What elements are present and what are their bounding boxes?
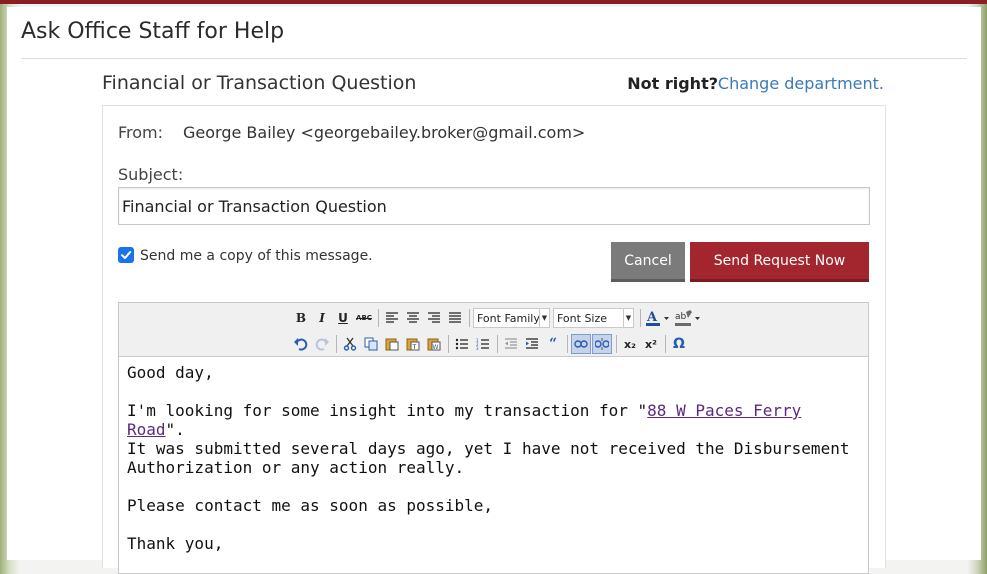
toolbar-separator xyxy=(497,335,498,353)
checkmark-icon xyxy=(121,251,132,259)
outdent-icon[interactable] xyxy=(501,334,521,354)
change-department-link[interactable]: Change department. xyxy=(718,74,884,93)
divider xyxy=(21,58,967,59)
from-value: George Bailey <georgebailey.broker@gmail… xyxy=(183,123,586,142)
indent-icon[interactable] xyxy=(522,334,542,354)
cancel-button[interactable]: Cancel xyxy=(611,242,685,282)
editor-text: ". xyxy=(165,420,185,439)
not-right-label: Not right? xyxy=(627,74,718,93)
editor-line: Thank you, xyxy=(127,534,224,553)
italic-button[interactable]: I xyxy=(312,308,332,328)
editor-line: Please contact me as soon as possible, xyxy=(127,496,494,515)
toolbar-separator xyxy=(567,335,568,353)
text-color-icon[interactable]: A xyxy=(644,308,672,328)
toolbar-row-actions: T W 123 “ x₂ x² Ω xyxy=(291,333,690,355)
chevron-down-icon: ▼ xyxy=(539,309,549,327)
request-form: From: George Bailey <georgebailey.broker… xyxy=(102,105,886,574)
font-size-select[interactable]: Font Size ▼ xyxy=(553,308,634,328)
bullet-list-icon[interactable] xyxy=(452,334,472,354)
svg-text:T: T xyxy=(412,344,417,351)
subject-label: Subject: xyxy=(118,165,184,184)
editor-blank-line xyxy=(127,382,857,401)
modal-title: Ask Office Staff for Help xyxy=(21,19,285,44)
align-right-icon[interactable] xyxy=(424,308,444,328)
svg-text:A: A xyxy=(646,310,658,325)
from-label: From: xyxy=(118,123,164,142)
send-copy-checkbox[interactable] xyxy=(118,247,134,263)
editor-content[interactable]: Good day, I'm looking for some insight i… xyxy=(127,363,857,553)
help-modal: Ask Office Staff for Help Financial or T… xyxy=(7,7,981,574)
send-copy-label[interactable]: Send me a copy of this message. xyxy=(140,248,373,264)
svg-text:3: 3 xyxy=(476,346,479,350)
svg-text:W: W xyxy=(433,344,439,351)
toolbar-separator xyxy=(469,309,470,327)
editor-line: It was submitted several days ago, yet I… xyxy=(127,439,850,458)
strikethrough-button[interactable]: ABC xyxy=(354,308,374,328)
superscript-button[interactable]: x² xyxy=(641,334,661,354)
svg-text:ab: ab xyxy=(675,312,687,322)
rich-text-editor: B I U ABC Font Family ▼ Font Size ▼ A ab… xyxy=(118,302,869,574)
special-character-button[interactable]: Ω xyxy=(669,334,689,354)
top-accent-bar xyxy=(0,0,987,4)
toolbar-separator xyxy=(665,335,666,353)
department-name: Financial or Transaction Question xyxy=(102,72,417,94)
toolbar-separator xyxy=(336,335,337,353)
toolbar-separator xyxy=(616,335,617,353)
subscript-button[interactable]: x₂ xyxy=(620,334,640,354)
paste-text-icon[interactable]: T xyxy=(403,334,423,354)
editor-text: I'm looking for some insight into my tra… xyxy=(127,401,648,420)
paste-icon[interactable] xyxy=(382,334,402,354)
align-left-icon[interactable] xyxy=(382,308,402,328)
redo-icon[interactable] xyxy=(312,334,332,354)
editor-line: Authorization or any action really. xyxy=(127,458,465,477)
align-center-icon[interactable] xyxy=(403,308,423,328)
chevron-down-icon: ▼ xyxy=(623,309,633,327)
font-family-label: Font Family xyxy=(477,311,540,325)
editor-toolbar: B I U ABC Font Family ▼ Font Size ▼ A ab… xyxy=(119,303,868,357)
unlink-icon[interactable] xyxy=(592,334,612,354)
blockquote-icon[interactable]: “ xyxy=(543,334,563,354)
cut-icon[interactable] xyxy=(340,334,360,354)
undo-icon[interactable] xyxy=(291,334,311,354)
paste-word-icon[interactable]: W xyxy=(424,334,444,354)
toolbar-separator xyxy=(378,309,379,327)
send-request-button[interactable]: Send Request Now xyxy=(690,242,869,282)
underline-button[interactable]: U xyxy=(333,308,353,328)
font-size-label: Font Size xyxy=(557,311,608,325)
bold-button[interactable]: B xyxy=(291,308,311,328)
align-justify-icon[interactable] xyxy=(445,308,465,328)
toolbar-separator xyxy=(640,309,641,327)
editor-blank-line xyxy=(127,477,857,496)
editor-line: Good day, xyxy=(127,363,214,382)
subject-input[interactable] xyxy=(118,187,870,225)
font-family-select[interactable]: Font Family ▼ xyxy=(473,308,550,328)
link-icon[interactable] xyxy=(571,334,591,354)
toolbar-separator xyxy=(448,335,449,353)
department-row: Financial or Transaction Question Not ri… xyxy=(102,71,884,97)
highlight-color-icon[interactable]: ab xyxy=(673,308,703,328)
toolbar-row-formatting: B I U ABC Font Family ▼ Font Size ▼ A ab xyxy=(291,307,704,329)
editor-blank-line xyxy=(127,515,857,534)
copy-icon[interactable] xyxy=(361,334,381,354)
numbered-list-icon[interactable]: 123 xyxy=(473,334,493,354)
editor-line: I'm looking for some insight into my tra… xyxy=(127,401,857,439)
